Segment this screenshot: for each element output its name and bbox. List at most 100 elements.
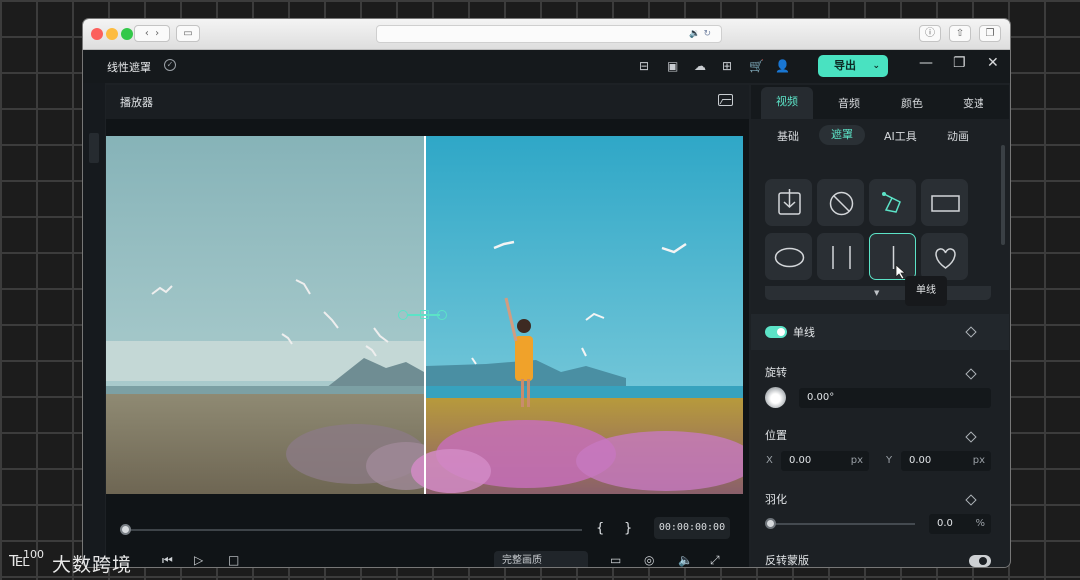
watermark-icon: ℡ 100 xyxy=(8,547,44,571)
heart-icon xyxy=(935,248,956,269)
mask-center-handle[interactable] xyxy=(420,310,429,319)
chevron-down-icon[interactable]: ⌄ xyxy=(872,55,880,77)
image-compare-icon[interactable] xyxy=(718,94,733,106)
save-icon[interactable]: ▣ xyxy=(667,58,678,74)
rotation-dial[interactable] xyxy=(765,387,786,408)
mask-name-label: 单线 xyxy=(793,326,815,339)
mask-enable-toggle[interactable] xyxy=(765,326,787,338)
sidebar-toggle-icon[interactable]: ▭ xyxy=(176,25,200,42)
tab-video[interactable]: 视频 xyxy=(761,87,813,119)
mask-header-row: 单线 xyxy=(751,314,1009,350)
mask-shape-ellipse[interactable] xyxy=(765,233,812,280)
tab-color[interactable]: 颜色 xyxy=(901,95,923,111)
feather-slider-track[interactable] xyxy=(771,523,915,525)
rotation-value: 0.00° xyxy=(807,392,835,403)
mask-shape-double-line[interactable] xyxy=(817,233,864,280)
position-label: 位置 xyxy=(765,429,787,442)
mask-keyframe-icon[interactable] xyxy=(965,326,977,338)
step-back-icon[interactable]: ⏮ xyxy=(162,553,173,567)
chevron-right-icon[interactable]: › xyxy=(155,28,159,39)
more-shapes-expander[interactable]: ▼ xyxy=(765,286,991,300)
tabs-icon[interactable]: ❐ xyxy=(979,25,1001,42)
feather-input[interactable]: 0.0% xyxy=(929,514,991,534)
position-x-label: X xyxy=(766,455,773,466)
pen-icon xyxy=(882,192,901,213)
apps-grid-icon[interactable]: ⊞ xyxy=(722,58,732,74)
app-title-bar: 线性遮罩 ✓ ⊟ ▣ ☁ ⊞ 🛒 👤 导出 ⌄ — ❐ ✕ xyxy=(83,50,1010,83)
mask-shape-heart[interactable] xyxy=(921,233,968,280)
timecode-display: 00:00:00:00 xyxy=(654,517,730,539)
none-icon xyxy=(829,191,854,216)
restore-icon[interactable]: ❐ xyxy=(953,55,966,71)
back-forward-buttons[interactable]: ‹ › xyxy=(134,25,170,42)
play-icon[interactable]: ▷ xyxy=(194,553,203,567)
tab-audio[interactable]: 音频 xyxy=(838,95,860,111)
address-bar[interactable]: 🔉 ↻ xyxy=(376,25,722,43)
invert-mask-toggle[interactable] xyxy=(969,555,991,567)
feather-label: 羽化 xyxy=(765,493,787,506)
app-window: ‹ › ▭ 🔉 ↻ ⓘ ⇧ ❐ 线性遮罩 ✓ ⊟ ▣ ☁ ⊞ 🛒 👤 导出 ⌄ … xyxy=(83,19,1010,567)
tab-speed[interactable]: 变速 xyxy=(963,95,983,111)
subtab-mask[interactable]: 遮罩 xyxy=(819,125,865,145)
mask-rotate-handle-left[interactable] xyxy=(398,310,408,320)
watermark-logo-text: 100 xyxy=(23,548,44,561)
info-icon[interactable]: ⓘ xyxy=(919,25,941,42)
position-y-input[interactable]: 0.00 px xyxy=(901,451,991,471)
position-x-unit: px xyxy=(850,455,863,466)
feather-keyframe-icon[interactable] xyxy=(965,494,977,506)
rotation-keyframe-icon[interactable] xyxy=(965,368,977,380)
display-icon[interactable]: ▭ xyxy=(610,553,621,567)
volume-icon[interactable]: 🔈 xyxy=(678,553,693,567)
subtab-animation[interactable]: 动画 xyxy=(947,128,969,144)
cart-icon[interactable]: 🛒 xyxy=(749,58,764,74)
fullscreen-icon[interactable]: ⤢ xyxy=(710,553,720,567)
share-icon[interactable]: ⇧ xyxy=(949,25,971,42)
export-label: 导出 xyxy=(834,59,856,72)
left-panel-scroll[interactable] xyxy=(89,133,99,163)
left-panel-edge xyxy=(83,83,105,567)
minimize-traffic-light[interactable] xyxy=(106,28,118,40)
zoom-traffic-light[interactable] xyxy=(121,28,133,40)
address-bar-icons: 🔉 ↻ xyxy=(689,29,711,39)
mask-shape-import[interactable] xyxy=(765,179,812,226)
playhead-knob[interactable] xyxy=(120,524,131,535)
snapshot-icon[interactable]: ◎ xyxy=(644,553,654,567)
video-preview[interactable] xyxy=(106,136,743,494)
rectangle-icon xyxy=(931,195,960,212)
layout-icon[interactable]: ⊟ xyxy=(639,58,649,74)
invert-mask-label: 反转蒙版 xyxy=(765,554,809,567)
mask-rotate-handle-right[interactable] xyxy=(437,310,447,320)
cloud-upload-icon[interactable]: ☁ xyxy=(694,58,706,74)
mask-shape-none[interactable] xyxy=(817,179,864,226)
subtab-ai-tools[interactable]: AI工具 xyxy=(884,128,917,144)
feather-unit: % xyxy=(975,518,985,529)
position-keyframe-icon[interactable] xyxy=(965,431,977,443)
ellipse-icon xyxy=(774,247,805,268)
position-x-input[interactable]: 0.00 px xyxy=(781,451,869,471)
rotation-input[interactable]: 0.00° xyxy=(799,388,991,408)
single-line-icon xyxy=(892,246,907,280)
double-line-icon xyxy=(832,246,851,269)
mark-in-button[interactable]: { xyxy=(596,521,604,536)
stop-icon[interactable]: □ xyxy=(228,553,239,567)
account-icon[interactable]: 👤 xyxy=(775,58,790,74)
panel-scrollbar[interactable] xyxy=(1001,145,1005,245)
chevron-left-icon[interactable]: ‹ xyxy=(145,28,149,39)
mask-shape-rectangle[interactable] xyxy=(921,179,968,226)
watermark-logo: ℡ 100 xyxy=(8,544,53,576)
feather-slider-knob[interactable] xyxy=(765,518,776,529)
mark-out-button[interactable]: } xyxy=(624,521,632,536)
minimize-icon[interactable]: — xyxy=(919,55,933,71)
mask-shape-single-line[interactable] xyxy=(869,233,916,280)
mask-shape-pen[interactable] xyxy=(869,179,916,226)
properties-panel: 视频 音频 颜色 变速 基础 遮罩 AI工具 动画 ▼ 单线 单线 旋转 0.0… xyxy=(751,85,1009,567)
rotation-label: 旋转 xyxy=(765,366,787,379)
export-button[interactable]: 导出 ⌄ xyxy=(818,55,888,77)
position-y-value: 0.00 xyxy=(909,455,932,466)
playback-progress-track[interactable] xyxy=(124,529,582,531)
close-icon[interactable]: ✕ xyxy=(987,55,999,71)
subtab-basic[interactable]: 基础 xyxy=(777,128,799,144)
close-traffic-light[interactable] xyxy=(91,28,103,40)
browser-toolbar: ‹ › ▭ 🔉 ↻ ⓘ ⇧ ❐ xyxy=(83,19,1010,50)
quality-select[interactable]: 完整画质 xyxy=(494,551,588,567)
